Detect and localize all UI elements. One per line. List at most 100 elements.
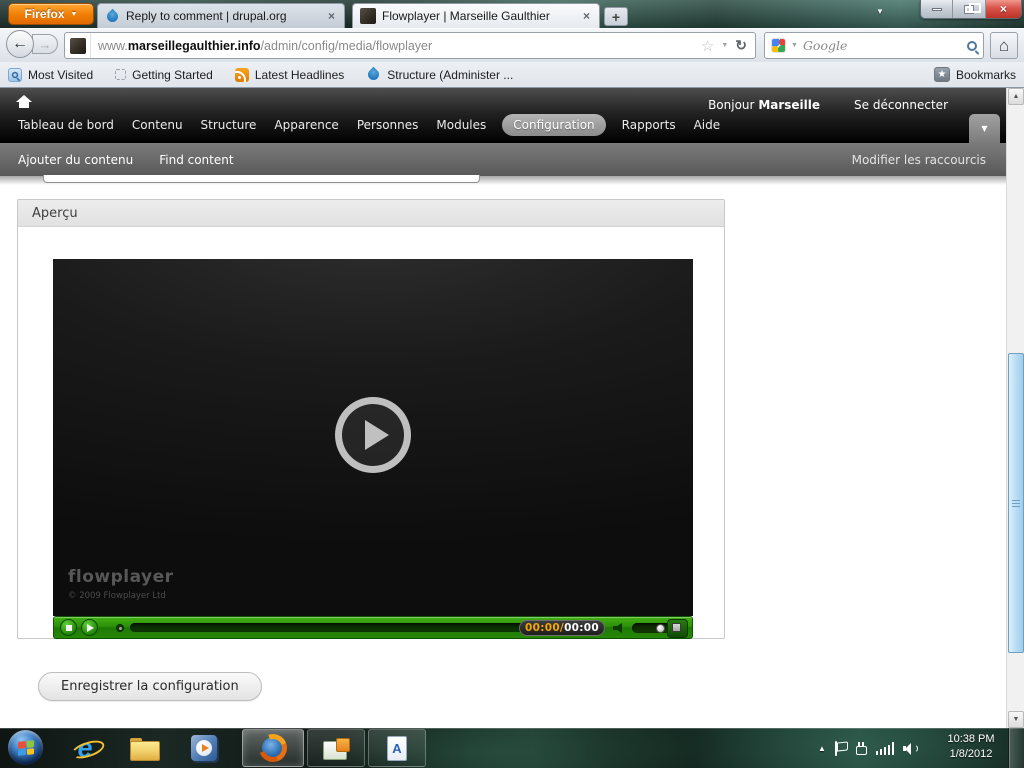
drupal-icon [365, 66, 382, 83]
window-controls: × [920, 0, 1022, 19]
greeting-text: Bonjour Marseille [708, 98, 820, 112]
chevron-down-icon[interactable]: ▼ [791, 42, 798, 49]
shortcut-toggle-button[interactable]: ▼ [969, 114, 1000, 143]
bookmark-label: Getting Started [132, 67, 213, 82]
taskbar-explorer[interactable] [118, 729, 170, 767]
volume-icon[interactable] [612, 623, 624, 633]
menu-item-structure[interactable]: Structure [199, 114, 259, 136]
shortcut-find-content[interactable]: Find content [159, 153, 233, 167]
bookmarks-menu-button[interactable]: ★ Bookmarks [933, 67, 1016, 82]
screen: Firefox ▼ Reply to comment | drupal.org … [0, 0, 1024, 768]
firefox-menu-button[interactable]: Firefox ▼ [8, 3, 94, 25]
tab-list-dropdown-icon[interactable]: ▼ [876, 7, 884, 16]
bookmark-label: Structure (Administer ... [387, 67, 514, 82]
tab-flowplayer[interactable]: Flowplayer | Marseille Gaulthier × [352, 3, 600, 28]
flowplayer-logo: flowplayer [68, 567, 174, 587]
scrollbar-thumb[interactable] [1008, 353, 1024, 653]
google-icon [771, 38, 786, 53]
fieldset-legend: Aperçu [18, 200, 724, 227]
volume-handle[interactable] [656, 623, 665, 633]
scrollbar[interactable]: ▲ ▼ [1006, 88, 1024, 728]
close-icon[interactable]: × [326, 9, 337, 23]
action-center-flag-icon[interactable] [834, 740, 847, 756]
drupal-favicon-icon [104, 8, 121, 24]
taskbar-internet-explorer[interactable]: e [60, 729, 110, 767]
bookmark-structure[interactable]: Structure (Administer ... [365, 66, 514, 83]
start-button[interactable] [8, 730, 43, 765]
bookmark-most-visited[interactable]: Most Visited [8, 67, 94, 82]
tab-drupal-org[interactable]: Reply to comment | drupal.org × [97, 3, 345, 28]
apercu-fieldset: Aperçu flowplayer © 2009 Flowplayer Ltd … [17, 199, 725, 639]
menu-item-configuration[interactable]: Configuration [502, 114, 606, 136]
internet-explorer-icon: e [77, 732, 93, 763]
menu-item-apparence[interactable]: Apparence [272, 114, 340, 136]
show-desktop-button[interactable] [1008, 728, 1024, 768]
time-display: 00:00/ 00:00 [519, 620, 605, 636]
close-icon[interactable]: × [581, 9, 592, 23]
copyright-text: © 2009 Flowplayer Ltd [68, 591, 166, 601]
chevron-down-icon[interactable]: ▼ [721, 42, 728, 49]
thumb-grip [1012, 500, 1020, 509]
taskbar-mail[interactable] [307, 729, 365, 767]
time-elapsed: 00:00/ [525, 622, 565, 634]
search-input[interactable] [802, 38, 962, 53]
search-icon[interactable] [967, 40, 977, 51]
truncated-form-field[interactable] [43, 175, 480, 183]
url-domain: marseillegaulthier.info [127, 38, 261, 53]
video-area[interactable]: flowplayer © 2009 Flowplayer Ltd [53, 259, 693, 616]
search-box[interactable]: ▼ [764, 32, 984, 59]
bookmark-latest-headlines[interactable]: Latest Headlines [234, 67, 344, 82]
system-tray: ▲ [818, 728, 919, 768]
reload-icon[interactable]: ↻ [735, 37, 747, 54]
url-bar[interactable]: www.marseillegaulthier.info/admin/config… [64, 32, 756, 59]
home-icon[interactable] [16, 95, 32, 108]
close-window-button[interactable]: × [985, 0, 1021, 18]
url-text[interactable]: www.marseillegaulthier.info/admin/config… [91, 39, 693, 53]
minimize-button[interactable] [921, 0, 954, 18]
restore-button[interactable] [953, 0, 986, 18]
clock-date: 1/8/2012 [949, 748, 993, 760]
new-tab-button[interactable]: + [604, 7, 628, 26]
play-overlay-button[interactable] [335, 397, 411, 473]
getting-started-icon [115, 69, 127, 80]
fullscreen-button[interactable] [667, 619, 688, 638]
stop-button[interactable] [60, 619, 77, 636]
logout-link[interactable]: Se déconnecter [854, 98, 948, 112]
menu-item-aide[interactable]: Aide [692, 114, 723, 136]
edit-shortcuts-link[interactable]: Modifier les raccourcis [852, 153, 986, 167]
progress-track[interactable] [130, 623, 562, 632]
speaker-icon[interactable] [903, 742, 919, 755]
taskbar-firefox-active[interactable] [242, 729, 304, 767]
menu-item-tableau-de-bord[interactable]: Tableau de bord [16, 114, 116, 136]
bookmarks-toolbar: Most Visited Getting Started Latest Head… [0, 62, 1024, 88]
favicon-box [65, 33, 91, 58]
taskbar-document-app[interactable]: A [368, 729, 426, 767]
bookmark-getting-started[interactable]: Getting Started [115, 68, 213, 82]
power-plug-icon[interactable] [855, 742, 867, 755]
menu-item-rapports[interactable]: Rapports [620, 114, 678, 136]
forward-button[interactable]: → [32, 34, 58, 54]
site-favicon-icon [69, 37, 86, 54]
menu-item-contenu[interactable]: Contenu [130, 114, 185, 136]
play-button[interactable] [81, 619, 98, 636]
play-icon [364, 420, 389, 450]
bookmark-star-icon[interactable]: ☆ [701, 37, 714, 55]
taskbar-clock[interactable]: 10:38 PM 1/8/2012 [936, 732, 1006, 762]
flowplayer-player: flowplayer © 2009 Flowplayer Ltd 00:00/ … [53, 259, 693, 639]
firefox-icon [254, 729, 292, 767]
menu-item-modules[interactable]: Modules [434, 114, 488, 136]
network-icon[interactable] [875, 741, 895, 755]
most-visited-icon [8, 67, 22, 82]
bookmark-label: Most Visited [28, 67, 94, 82]
shortcut-add-content[interactable]: Ajouter du contenu [18, 153, 133, 167]
menu-item-personnes[interactable]: Personnes [355, 114, 421, 136]
scroll-down-button[interactable]: ▼ [1008, 711, 1024, 728]
home-button[interactable]: ⌂ [990, 32, 1018, 59]
scroll-up-button[interactable]: ▲ [1008, 88, 1024, 105]
save-configuration-button[interactable]: Enregistrer la configuration [38, 672, 262, 701]
scrubber-handle[interactable] [116, 624, 124, 632]
tray-expand-icon[interactable]: ▲ [818, 744, 826, 753]
back-button[interactable]: ← [6, 30, 34, 58]
taskbar-media-player[interactable] [178, 729, 230, 767]
clock-time: 10:38 PM [947, 733, 995, 745]
